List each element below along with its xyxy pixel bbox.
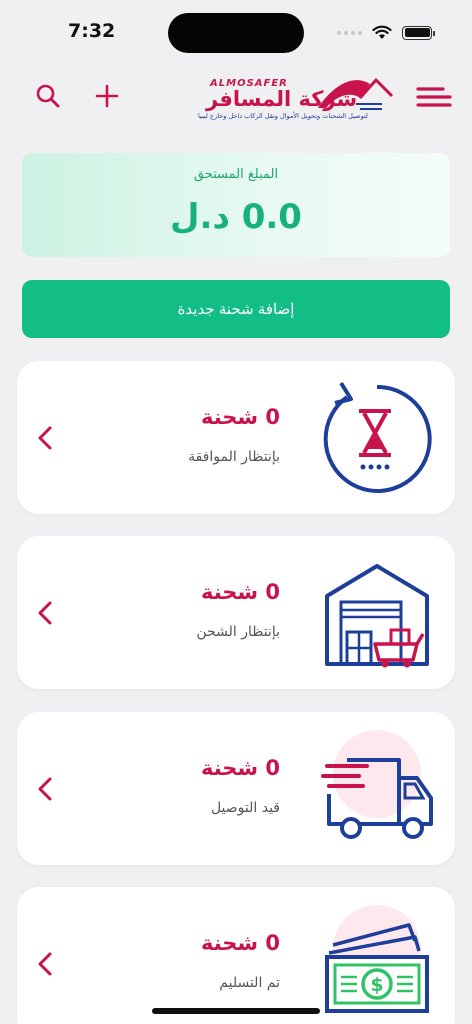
amount-due-label: المبلغ المستحق (193, 167, 279, 182)
status-icons (337, 25, 435, 40)
money-icon: $ (325, 923, 429, 1013)
shipment-status-label: بإنتظار الشحن (196, 624, 280, 640)
warehouse-icon (325, 564, 429, 668)
chevron-left-icon[interactable] (33, 949, 57, 979)
plus-icon (95, 84, 119, 108)
shipment-count: 0 شحنة (200, 405, 280, 429)
shipment-status-card-in-delivery[interactable]: 0 شحنة قيد التوصيل (17, 712, 455, 865)
shipment-count: 0 شحنة (200, 580, 280, 604)
logo-arabic-text: شركة المسافر (206, 87, 358, 111)
search-icon (36, 84, 60, 108)
home-indicator (152, 1008, 320, 1014)
app-bar: ALMOSAFER شركة المسافر لتوصيل الشحنات وت… (0, 68, 472, 124)
shipment-count: 0 شحنة (200, 756, 280, 780)
status-bar: 7:32 (0, 0, 472, 60)
add-button[interactable] (85, 68, 129, 124)
menu-icon (416, 87, 452, 107)
search-button[interactable] (26, 68, 70, 124)
chevron-left-icon[interactable] (33, 598, 57, 628)
shipment-status-card-pending-approval[interactable]: 0 شحنة بإنتظار الموافقة (17, 361, 455, 514)
shipment-status-label: بإنتظار الموافقة (188, 449, 280, 465)
status-time: 7:32 (68, 20, 116, 42)
amount-due-value: 0.0 د.ل (170, 197, 302, 237)
menu-button[interactable] (410, 68, 458, 124)
chevron-left-icon[interactable] (33, 423, 57, 453)
svg-text:$: $ (370, 974, 383, 996)
company-logo: ALMOSAFER شركة المسافر لتوصيل الشحنات وت… (196, 72, 396, 124)
delivery-truck-icon (321, 758, 433, 839)
shipment-status-card-delivered[interactable]: 0 شحنة تم التسليم $ (17, 887, 455, 1024)
logo-tagline: لتوصيل الشحنات وتحويل الأموال ونقل الركا… (198, 112, 368, 120)
shipment-status-label: قيد التوصيل (210, 800, 280, 816)
wifi-icon (372, 25, 392, 39)
shipment-status-label: تم التسليم (219, 975, 280, 991)
chevron-left-icon[interactable] (33, 774, 57, 804)
shipment-count: 0 شحنة (200, 931, 280, 955)
add-shipment-button[interactable]: إضافة شحنة جديدة (22, 280, 450, 338)
battery-icon (402, 25, 435, 40)
hourglass-refresh-icon (323, 381, 432, 493)
cellular-signal-icon (337, 30, 362, 35)
dynamic-island (168, 13, 304, 53)
shipment-status-card-pending-shipping[interactable]: 0 شحنة بإنتظار الشحن (17, 536, 455, 689)
amount-due-card: المبلغ المستحق 0.0 د.ل (22, 153, 450, 257)
